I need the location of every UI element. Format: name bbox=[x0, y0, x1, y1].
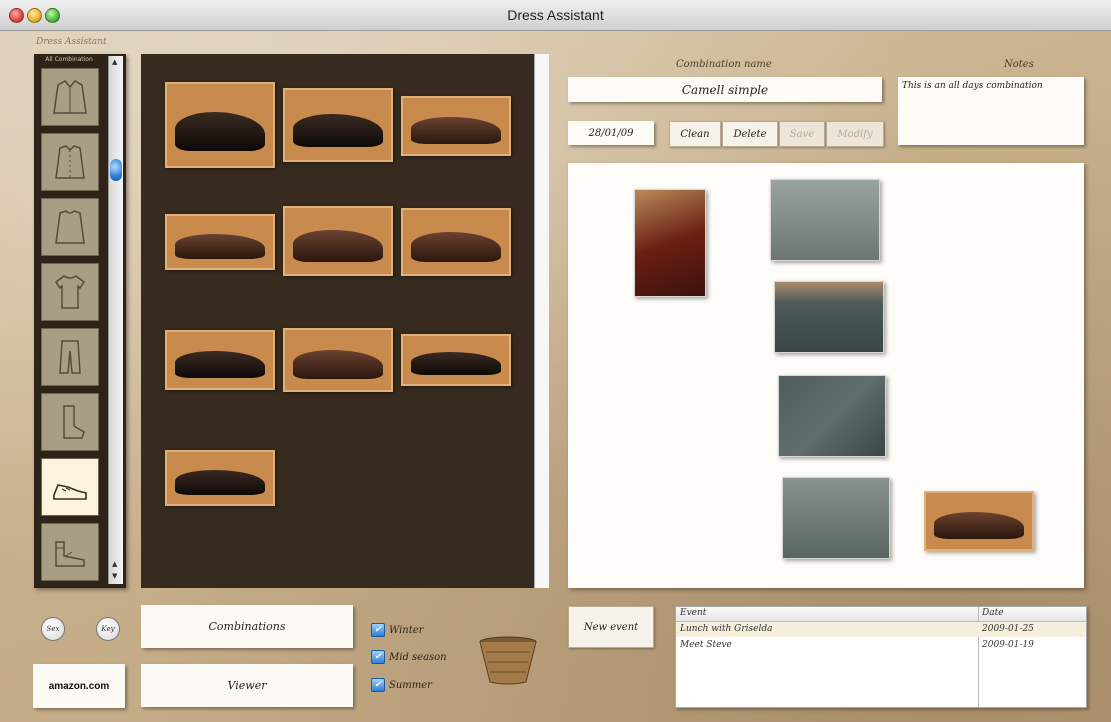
scarf-item[interactable] bbox=[634, 189, 706, 297]
category-header[interactable]: All Combination bbox=[36, 56, 102, 66]
item-thumbnail[interactable] bbox=[401, 208, 511, 276]
items-scrollbar[interactable] bbox=[534, 54, 549, 588]
event-name[interactable]: Meet Steve bbox=[680, 640, 732, 650]
new-event-button[interactable]: New event bbox=[568, 606, 654, 648]
category-sandals[interactable] bbox=[41, 523, 99, 581]
winter-checkbox[interactable]: ✔ Winter bbox=[371, 623, 423, 637]
viewer-button[interactable]: Viewer bbox=[141, 664, 353, 707]
checkmark-icon: ✔ bbox=[371, 623, 385, 637]
key-button[interactable]: Key bbox=[96, 617, 120, 641]
notes-label: Notes bbox=[1004, 59, 1034, 70]
sandal-icon bbox=[55, 541, 85, 567]
amazon-link[interactable]: amazon.com bbox=[33, 664, 125, 708]
event-date[interactable]: 2009-01-19 bbox=[982, 640, 1034, 650]
category-jacket[interactable] bbox=[41, 68, 99, 126]
trousers-item[interactable] bbox=[782, 477, 890, 559]
item-thumbnail[interactable] bbox=[401, 334, 511, 386]
summer-checkbox[interactable]: ✔ Summer bbox=[371, 678, 432, 692]
shirt-item[interactable] bbox=[778, 375, 886, 457]
app-brand: Dress Assistant bbox=[36, 37, 107, 47]
item-thumbnail[interactable] bbox=[165, 450, 275, 506]
item-thumbnail[interactable] bbox=[283, 328, 393, 392]
sex-button[interactable]: Sex bbox=[41, 617, 65, 641]
scroll-knob[interactable] bbox=[110, 159, 122, 181]
event-date[interactable]: 2009-01-25 bbox=[982, 624, 1034, 634]
shirt-icon bbox=[55, 145, 85, 179]
save-button[interactable]: Save bbox=[779, 121, 825, 147]
tshirt-icon bbox=[54, 275, 86, 309]
category-panel: All Combination ▲ ▲ ▼ bbox=[34, 54, 126, 588]
coat-item[interactable] bbox=[774, 281, 884, 353]
category-sweater[interactable] bbox=[41, 198, 99, 256]
scroll-up-arrow-icon[interactable]: ▲ bbox=[112, 560, 117, 568]
app-window: Dress Assistant Dress Assistant All Comb… bbox=[0, 0, 1111, 722]
clean-button[interactable]: Clean bbox=[669, 121, 721, 147]
window-title: Dress Assistant bbox=[507, 7, 604, 23]
item-thumbnail[interactable] bbox=[165, 214, 275, 270]
trousers-icon bbox=[59, 340, 81, 374]
mid-season-checkbox[interactable]: ✔ Mid season bbox=[371, 650, 447, 664]
item-thumbnail[interactable] bbox=[165, 82, 275, 168]
scroll-down-arrow-icon[interactable]: ▼ bbox=[112, 572, 117, 580]
item-thumbnail[interactable] bbox=[401, 96, 511, 156]
notes-field[interactable]: This is an all days combination bbox=[898, 77, 1084, 145]
scroll-up-arrow-icon[interactable]: ▲ bbox=[112, 58, 117, 66]
combination-name-label: Combination name bbox=[676, 59, 772, 70]
category-trousers[interactable] bbox=[41, 328, 99, 386]
date-field[interactable]: 28/01/09 bbox=[568, 121, 654, 145]
title-bar: Dress Assistant bbox=[0, 0, 1111, 31]
event-column-header[interactable]: Event bbox=[680, 608, 706, 618]
events-table: Event Date Lunch with Griselda 2009-01-2… bbox=[675, 606, 1087, 708]
item-thumbnail[interactable] bbox=[283, 206, 393, 276]
jacket-icon bbox=[53, 80, 87, 114]
modify-button[interactable]: Modify bbox=[826, 121, 884, 147]
category-tshirt[interactable] bbox=[41, 263, 99, 321]
item-thumbnail[interactable] bbox=[283, 88, 393, 162]
combinations-button[interactable]: Combinations bbox=[141, 605, 353, 648]
events-header bbox=[676, 607, 1086, 622]
category-shirt[interactable] bbox=[41, 133, 99, 191]
item-thumbnail[interactable] bbox=[165, 330, 275, 390]
date-column-header[interactable]: Date bbox=[982, 608, 1004, 618]
sweater-icon bbox=[55, 210, 85, 244]
combination-name-field[interactable]: Camell simple bbox=[568, 77, 882, 102]
category-socks[interactable] bbox=[41, 393, 99, 451]
sock-icon bbox=[63, 405, 85, 439]
shoe-item[interactable] bbox=[924, 491, 1034, 551]
category-shoes[interactable] bbox=[41, 458, 99, 516]
delete-button[interactable]: Delete bbox=[722, 121, 778, 147]
checkmark-icon: ✔ bbox=[371, 678, 385, 692]
shoe-icon bbox=[53, 484, 87, 500]
jacket-item[interactable] bbox=[770, 179, 880, 261]
trash-basket-icon[interactable] bbox=[478, 636, 538, 686]
combination-canvas[interactable] bbox=[568, 163, 1084, 588]
category-scrollbar[interactable]: ▲ ▲ ▼ bbox=[108, 56, 123, 584]
checkmark-icon: ✔ bbox=[371, 650, 385, 664]
items-panel bbox=[141, 54, 549, 588]
event-name[interactable]: Lunch with Griselda bbox=[680, 624, 772, 634]
